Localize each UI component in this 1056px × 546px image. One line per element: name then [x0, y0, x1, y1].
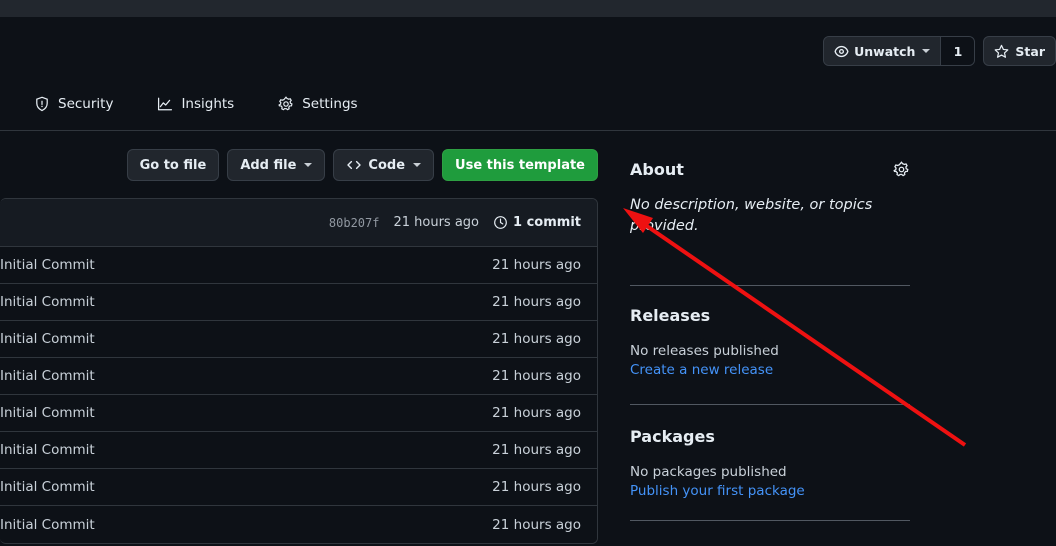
browser-chrome-strip — [0, 0, 1056, 17]
file-commit-message[interactable]: Initial Commit — [0, 368, 492, 384]
commit-count[interactable]: 1 commit — [493, 215, 581, 230]
nav-item-security[interactable]: Security — [24, 88, 123, 120]
releases-title: Releases — [630, 306, 711, 326]
gear-icon — [278, 96, 294, 112]
commit-sha[interactable]: 80b207f — [329, 216, 380, 230]
packages-title: Packages — [630, 427, 715, 447]
nav-label-settings: Settings — [302, 96, 358, 112]
packages-section: Packages No packages published Publish y… — [630, 427, 930, 499]
star-icon — [994, 44, 1009, 59]
sidebar-divider — [630, 404, 910, 406]
file-table: 80b207f 21 hours ago 1 commit Initial Co… — [0, 198, 598, 544]
latest-commit-bar: 80b207f 21 hours ago 1 commit — [0, 199, 597, 247]
shield-icon — [34, 96, 50, 112]
table-row[interactable]: Initial Commit 21 hours ago — [0, 321, 597, 358]
unwatch-label: Unwatch — [854, 43, 916, 59]
file-commit-message[interactable]: Initial Commit — [0, 331, 492, 347]
go-to-file-label: Go to file — [139, 157, 207, 173]
nav-item-insights[interactable]: Insights — [147, 88, 244, 120]
file-commit-message[interactable]: Initial Commit — [0, 294, 492, 310]
clock-history-icon — [493, 215, 508, 230]
nav-bottom-border — [0, 130, 1056, 131]
watch-button-group[interactable]: Unwatch 1 — [823, 36, 976, 66]
chevron-down-icon — [413, 163, 422, 167]
nav-item-settings[interactable]: Settings — [268, 88, 367, 120]
eye-icon — [834, 44, 849, 59]
code-brackets-icon — [346, 157, 362, 173]
repo-sidebar: About No description, website, or topics… — [630, 160, 930, 522]
watch-count[interactable]: 1 — [940, 37, 975, 65]
nav-label-security: Security — [58, 96, 114, 112]
create-new-release-link[interactable]: Create a new release — [630, 362, 930, 378]
table-row[interactable]: Initial Commit 21 hours ago — [0, 247, 597, 284]
file-timestamp: 21 hours ago — [492, 405, 581, 421]
releases-section: Releases No releases published Create a … — [630, 306, 930, 378]
file-timestamp: 21 hours ago — [492, 516, 581, 533]
file-commit-message[interactable]: Initial Commit — [0, 442, 492, 458]
add-file-label: Add file — [240, 157, 297, 173]
code-label: Code — [368, 157, 406, 173]
about-title: About — [630, 160, 684, 179]
table-row[interactable]: Initial Commit 21 hours ago — [0, 506, 597, 543]
go-to-file-button[interactable]: Go to file — [126, 149, 220, 181]
repo-header-actions: Unwatch 1 Star — [823, 36, 1056, 66]
file-commit-message[interactable]: Initial Commit — [0, 257, 492, 273]
table-row[interactable]: Initial Commit 21 hours ago — [0, 469, 597, 506]
commit-timestamp: 21 hours ago — [393, 215, 480, 230]
file-timestamp: 21 hours ago — [492, 442, 581, 458]
file-timestamp: 21 hours ago — [492, 479, 581, 495]
file-timestamp: 21 hours ago — [492, 294, 581, 310]
chevron-down-icon — [922, 49, 931, 53]
github-repository-page: Unwatch 1 Star Security Insights Setting… — [0, 0, 1056, 546]
nav-label-insights: Insights — [181, 96, 235, 112]
about-header: About — [630, 160, 910, 179]
about-settings-gear-icon[interactable] — [893, 161, 910, 178]
releases-empty-text: No releases published — [630, 343, 779, 360]
file-timestamp: 21 hours ago — [492, 331, 581, 347]
publish-first-package-link[interactable]: Publish your first package — [630, 483, 930, 499]
file-action-bar: Go to file Add file Code Use this templa… — [0, 148, 598, 182]
star-label: Star — [1015, 43, 1045, 59]
repo-main-column: Go to file Add file Code Use this templa… — [0, 148, 598, 544]
use-this-template-label: Use this template — [455, 157, 585, 173]
file-timestamp: 21 hours ago — [492, 368, 581, 384]
graph-icon — [157, 96, 173, 112]
packages-empty-text: No packages published — [630, 464, 787, 481]
star-button[interactable]: Star — [983, 36, 1056, 66]
code-button[interactable]: Code — [333, 149, 435, 181]
use-this-template-button[interactable]: Use this template — [442, 149, 598, 181]
table-row[interactable]: Initial Commit 21 hours ago — [0, 395, 597, 432]
sidebar-divider — [630, 285, 910, 287]
file-commit-message[interactable]: Initial Commit — [0, 517, 492, 533]
repository-nav: Security Insights Settings — [0, 88, 1056, 130]
table-row[interactable]: Initial Commit 21 hours ago — [0, 358, 597, 395]
commit-count-label: 1 commit — [513, 215, 581, 230]
file-commit-message[interactable]: Initial Commit — [0, 479, 492, 495]
file-timestamp: 21 hours ago — [492, 257, 581, 273]
add-file-button[interactable]: Add file — [227, 149, 326, 181]
table-row[interactable]: Initial Commit 21 hours ago — [0, 284, 597, 321]
chevron-down-icon — [304, 163, 313, 167]
sidebar-divider — [630, 520, 910, 522]
file-commit-message[interactable]: Initial Commit — [0, 405, 492, 421]
unwatch-button[interactable]: Unwatch — [824, 37, 941, 65]
table-row[interactable]: Initial Commit 21 hours ago — [0, 432, 597, 469]
about-description: No description, website, or topics provi… — [630, 197, 873, 235]
